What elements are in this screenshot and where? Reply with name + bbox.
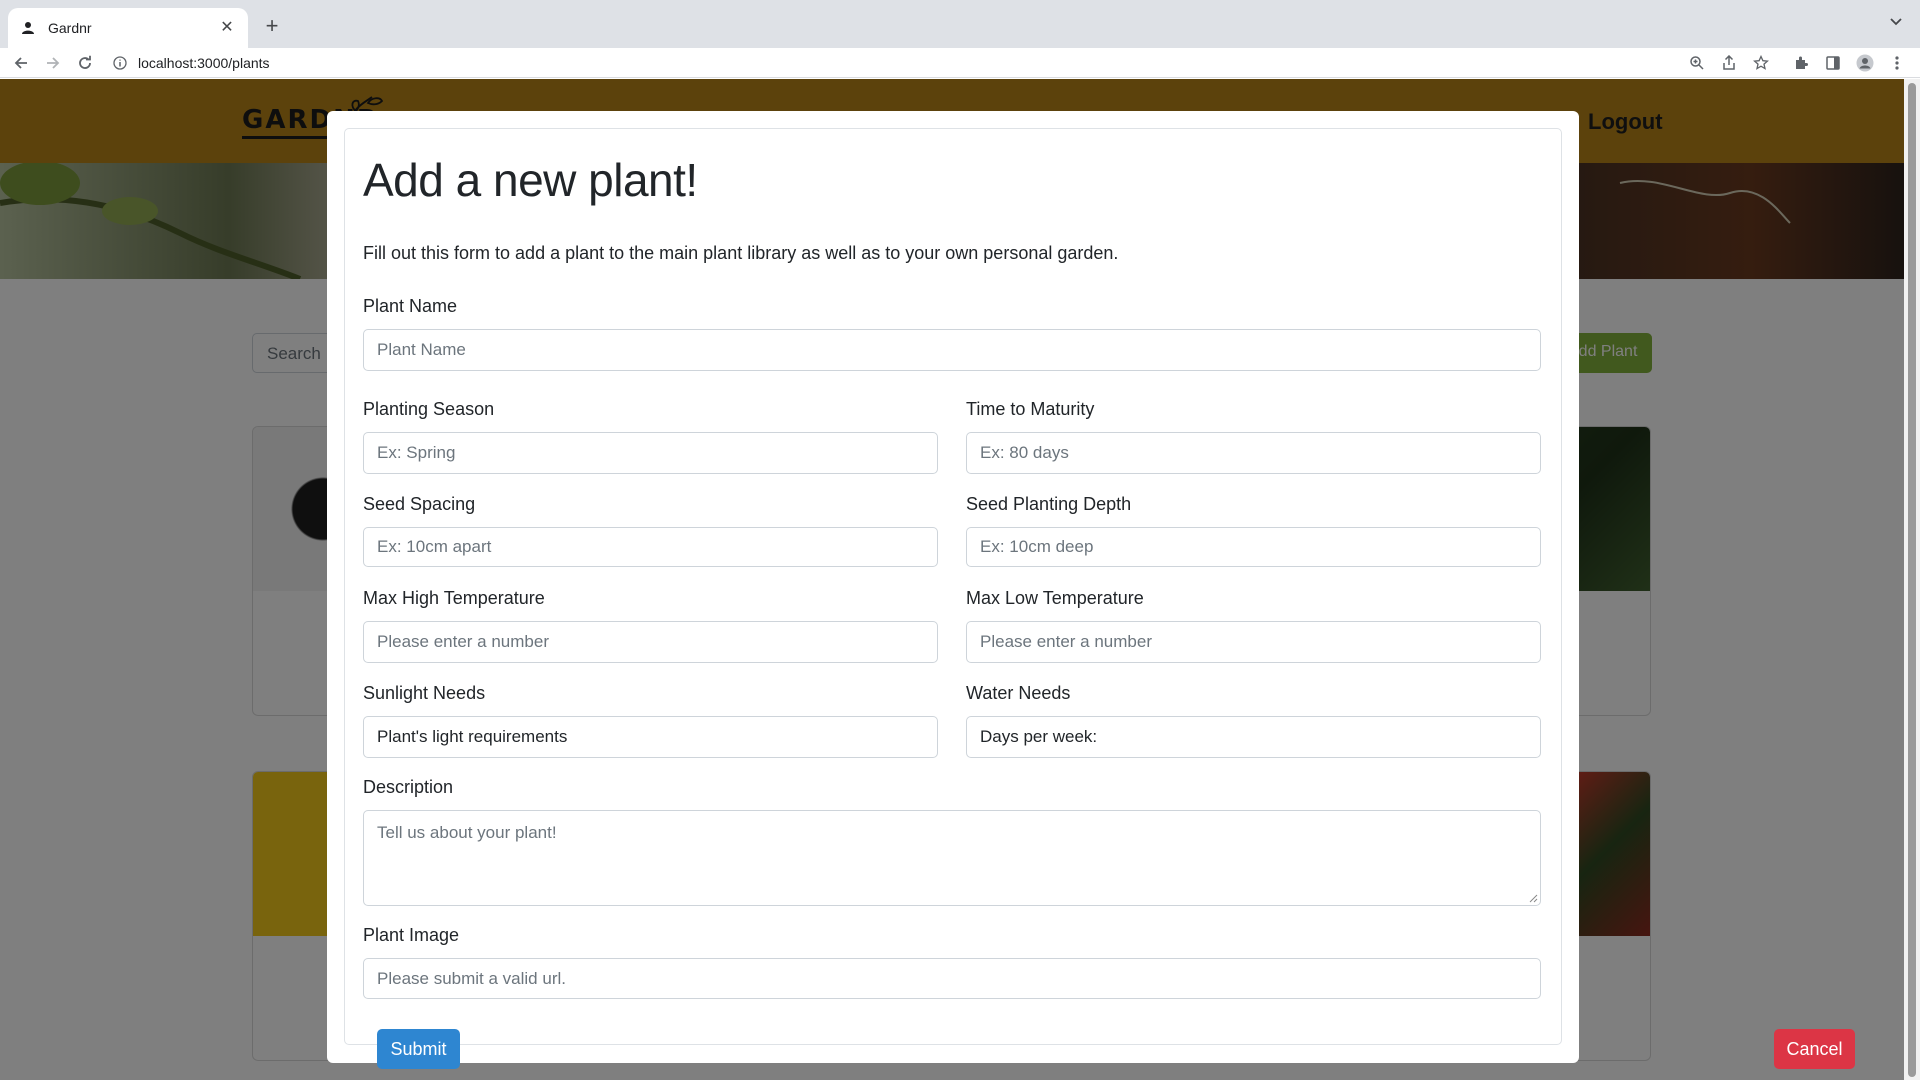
profile-avatar-icon[interactable]	[1854, 52, 1876, 74]
max-low-temperature-label: Max Low Temperature	[966, 588, 1144, 608]
planting-season-label: Planting Season	[363, 399, 495, 419]
back-icon[interactable]	[10, 52, 32, 74]
resize-grip-icon[interactable]	[1528, 893, 1538, 903]
info-icon[interactable]	[112, 55, 128, 71]
url-text: localhost:3000/plants	[138, 55, 270, 71]
plant-name-input[interactable]: Plant Name	[363, 329, 1541, 371]
page-viewport: GARDNR Logout Search Add Plant Blackberr…	[0, 79, 1904, 1080]
seed-planting-depth-input[interactable]: Ex: 10cm deep	[966, 527, 1541, 567]
description-label: Description	[363, 777, 454, 797]
description-placeholder: Tell us about your plant!	[377, 823, 557, 842]
forward-icon[interactable]	[42, 52, 64, 74]
person-icon	[20, 20, 36, 36]
plant-image-url-input[interactable]: Please submit a valid url.	[363, 958, 1541, 999]
seed-spacing-input[interactable]: Ex: 10cm apart	[363, 527, 938, 567]
browser-tabstrip: Gardnr ✕ +	[0, 0, 1920, 48]
modal-description: Fill out this form to add a plant to the…	[363, 243, 1119, 263]
sunlight-needs-select[interactable]: Plant's light requirements	[363, 716, 938, 758]
side-panel-icon[interactable]	[1822, 52, 1844, 74]
water-needs-select[interactable]: Days per week:	[966, 716, 1541, 758]
description-textarea[interactable]: Tell us about your plant!	[363, 810, 1541, 906]
add-plant-form	[344, 128, 1562, 1045]
zoom-icon[interactable]	[1686, 52, 1708, 74]
max-high-temperature-label: Max High Temperature	[363, 588, 545, 608]
add-plant-modal: Add a new plant! Fill out this form to a…	[327, 111, 1855, 1069]
modal-title: Add a new plant!	[363, 154, 698, 206]
cancel-button[interactable]: Cancel	[1774, 1029, 1855, 1069]
plant-name-label: Plant Name	[363, 296, 458, 316]
water-needs-label: Water Needs	[966, 683, 1071, 703]
max-high-temperature-input[interactable]: Please enter a number	[363, 621, 938, 663]
page-scrollbar[interactable]	[1904, 79, 1920, 1080]
bookmark-star-icon[interactable]	[1750, 52, 1772, 74]
chevron-down-icon[interactable]	[1886, 14, 1906, 34]
planting-season-input[interactable]: Ex: Spring	[363, 432, 938, 474]
browser-menu-icon[interactable]	[1886, 52, 1908, 74]
time-to-maturity-label: Time to Maturity	[966, 399, 1095, 419]
reload-icon[interactable]	[74, 52, 96, 74]
seed-planting-depth-label: Seed Planting Depth	[966, 494, 1132, 514]
close-tab-icon[interactable]: ✕	[218, 19, 236, 37]
seed-spacing-label: Seed Spacing	[363, 494, 476, 514]
browser-tab[interactable]: Gardnr ✕	[8, 8, 248, 48]
plant-image-label: Plant Image	[363, 925, 460, 945]
browser-toolbar: localhost:3000/plants	[0, 48, 1920, 78]
time-to-maturity-input[interactable]: Ex: 80 days	[966, 432, 1541, 474]
address-bar[interactable]: localhost:3000/plants	[112, 50, 1722, 76]
extensions-icon[interactable]	[1790, 52, 1812, 74]
submit-button[interactable]: Submit	[377, 1029, 460, 1069]
share-icon[interactable]	[1718, 52, 1740, 74]
new-tab-icon[interactable]: +	[258, 12, 286, 40]
tab-title: Gardnr	[48, 20, 92, 36]
max-low-temperature-input[interactable]: Please enter a number	[966, 621, 1541, 663]
scrollbar-thumb[interactable]	[1908, 83, 1916, 1077]
sunlight-needs-label: Sunlight Needs	[363, 683, 486, 703]
